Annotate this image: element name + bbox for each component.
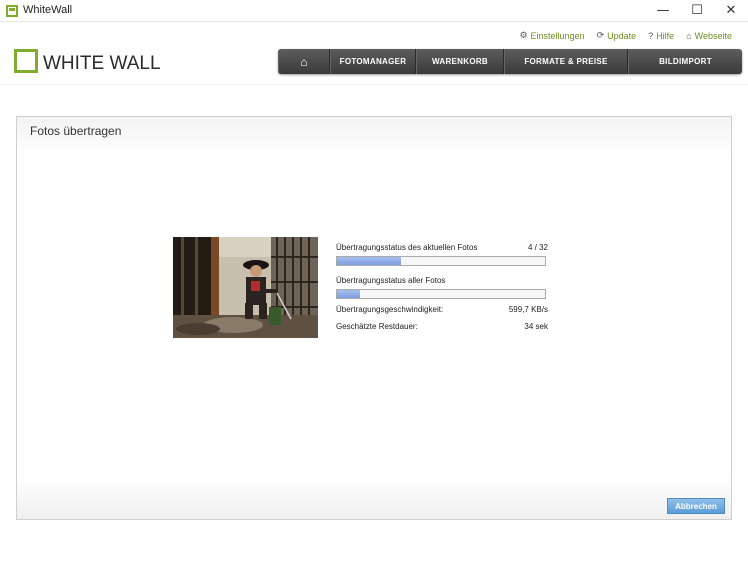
- main-nav: ⌂ FOTOMANAGER WARENKORB FORMATE & PREISE…: [278, 49, 742, 74]
- website-link[interactable]: ⌂ Webseite: [686, 30, 732, 41]
- logo-square-icon: [14, 49, 38, 73]
- remaining-label: Geschätzte Restdauer:: [336, 322, 418, 331]
- header-divider: [0, 84, 748, 85]
- current-photo-row: Übertragungsstatus des aktuellen Fotos 4…: [336, 242, 548, 253]
- help-icon: ?: [648, 30, 654, 41]
- current-photo-count: 4 / 32: [527, 243, 548, 252]
- title-bar: WhiteWall — ☐ ✕: [0, 0, 748, 22]
- update-icon: ⟳: [596, 30, 605, 40]
- logo-text: WHITE WALL: [43, 53, 161, 74]
- website-link-label: Webseite: [694, 30, 732, 41]
- cancel-button[interactable]: Abbrechen: [667, 498, 725, 514]
- speed-row: Übertragungsgeschwindigkeit: 599,7 KB/s: [336, 304, 548, 315]
- speed-value: 599,7 KB/s: [508, 305, 548, 314]
- app-icon: [6, 5, 18, 17]
- all-photos-progress-fill: [337, 290, 360, 298]
- window-title: WhiteWall: [23, 4, 73, 16]
- header: ⚙ Einstellungen ⟳ Update ? Hilfe ⌂ Webse…: [0, 22, 748, 84]
- home-icon: ⌂: [686, 30, 692, 41]
- gear-icon: ⚙: [519, 30, 528, 40]
- close-button[interactable]: ✕: [714, 0, 748, 22]
- maximize-button[interactable]: ☐: [680, 0, 714, 22]
- speed-label: Übertragungsgeschwindigkeit:: [336, 305, 444, 314]
- nav-home-icon[interactable]: ⌂: [278, 49, 330, 74]
- remaining-row: Geschätzte Restdauer: 34 sek: [336, 321, 548, 332]
- current-photo-progress-bar: [336, 256, 546, 266]
- upload-panel: Fotos übertragen Übertragungsstatus des …: [16, 116, 732, 520]
- settings-link[interactable]: ⚙ Einstellungen: [519, 30, 584, 41]
- all-photos-row: Übertragungsstatus aller Fotos: [336, 275, 548, 286]
- nav-warenkorb[interactable]: WARENKORB: [416, 49, 504, 74]
- minimize-button[interactable]: —: [646, 0, 680, 22]
- panel-title: Fotos übertragen: [30, 124, 122, 138]
- update-link[interactable]: ⟳ Update: [597, 30, 637, 41]
- nav-bildimport[interactable]: BILDIMPORT: [628, 49, 742, 74]
- photo-thumbnail: [173, 237, 318, 338]
- transfer-status: Übertragungsstatus des aktuellen Fotos 4…: [336, 242, 548, 332]
- logo: WHITE WALL: [14, 49, 161, 73]
- help-link-label: Hilfe: [656, 30, 675, 41]
- all-photos-progress-bar: [336, 289, 546, 299]
- current-photo-label: Übertragungsstatus des aktuellen Fotos: [336, 243, 478, 252]
- update-link-label: Update: [607, 30, 637, 41]
- current-photo-progress-fill: [337, 257, 402, 265]
- remaining-value: 34 sek: [524, 322, 548, 331]
- help-link[interactable]: ? Hilfe: [648, 30, 674, 41]
- top-links: ⚙ Einstellungen ⟳ Update ? Hilfe ⌂ Webse…: [519, 30, 732, 41]
- settings-link-label: Einstellungen: [530, 30, 585, 41]
- nav-formate-preise[interactable]: FORMATE & PREISE: [504, 49, 628, 74]
- all-photos-label: Übertragungsstatus aller Fotos: [336, 276, 446, 285]
- nav-fotomanager[interactable]: FOTOMANAGER: [330, 49, 416, 74]
